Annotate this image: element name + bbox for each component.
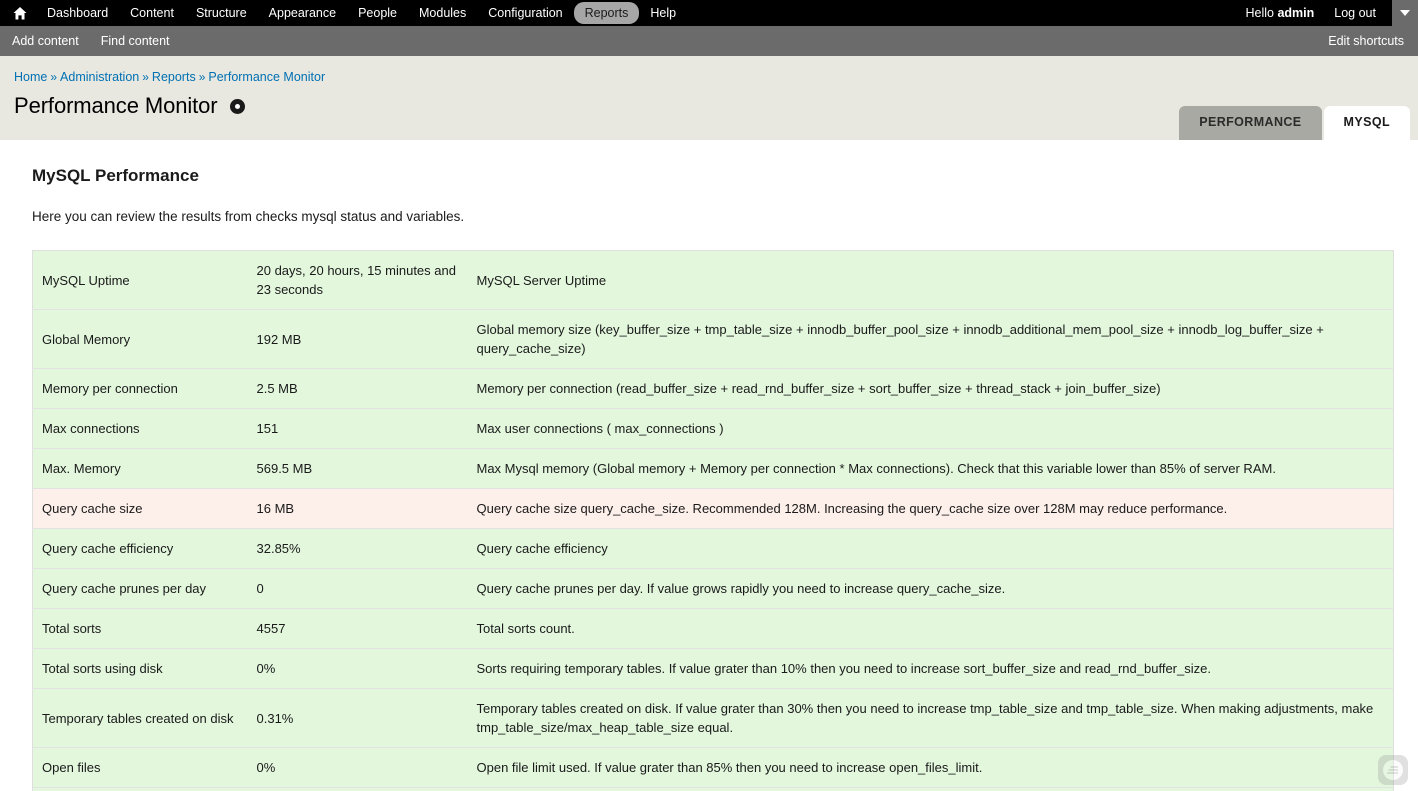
metric-label: Query cache size: [33, 489, 248, 529]
page-title: Performance Monitor: [14, 93, 218, 119]
table-row: Open files0%Open file limit used. If val…: [33, 748, 1394, 788]
breadcrumb-separator: »: [196, 70, 209, 84]
table-row: Query cache prunes per day0Query cache p…: [33, 569, 1394, 609]
metric-label: Query cache prunes per day: [33, 569, 248, 609]
shortcut-find-content[interactable]: Find content: [101, 34, 192, 48]
metric-value: 0: [248, 569, 468, 609]
gear-dot: [235, 104, 240, 109]
metric-value: 0%: [248, 649, 468, 689]
metric-description: InnoDB Buffer pool read cache effiency. …: [468, 788, 1394, 791]
toolbar-menu-item-configuration[interactable]: Configuration: [477, 2, 573, 24]
metric-label: Max. Memory: [33, 449, 248, 489]
greeting-username: admin: [1277, 6, 1314, 20]
breadcrumb-item-reports[interactable]: Reports: [152, 70, 196, 84]
toolbar-user-area: Hello admin Log out: [1236, 0, 1418, 26]
table-row: Memory per connection2.5 MBMemory per co…: [33, 369, 1394, 409]
tab-performance[interactable]: PERFORMANCE: [1179, 106, 1321, 140]
toolbar-menu-item-dashboard[interactable]: Dashboard: [36, 2, 119, 24]
metric-value: 2.5 MB: [248, 369, 468, 409]
metric-description: Global memory size (key_buffer_size + tm…: [468, 310, 1394, 369]
metric-value: 20 days, 20 hours, 15 minutes and 23 sec…: [248, 251, 468, 310]
metric-description: MySQL Server Uptime: [468, 251, 1394, 310]
metric-description: Open file limit used. If value grater th…: [468, 748, 1394, 788]
toolbar-menu-item-reports[interactable]: Reports: [574, 2, 640, 24]
metric-description: Temporary tables created on disk. If val…: [468, 689, 1394, 748]
metric-description: Sorts requiring temporary tables. If val…: [468, 649, 1394, 689]
metric-value: 0.31%: [248, 689, 468, 748]
greeting-text: Hello: [1246, 6, 1278, 20]
table-row: Temporary tables created on disk0.31%Tem…: [33, 689, 1394, 748]
toolbar-menu-item-modules[interactable]: Modules: [408, 2, 477, 24]
metric-value: 0%: [248, 748, 468, 788]
gear-icon[interactable]: [230, 99, 245, 114]
toolbar-menu-item-people[interactable]: People: [347, 2, 408, 24]
logout-link[interactable]: Log out: [1324, 6, 1386, 20]
main-content: MySQL Performance Here you can review th…: [0, 140, 1418, 791]
primary-tabs: PERFORMANCEMYSQL: [1179, 106, 1410, 140]
edit-shortcuts-link[interactable]: Edit shortcuts: [1328, 34, 1404, 48]
breadcrumb-separator: »: [139, 70, 152, 84]
metric-value: 151: [248, 409, 468, 449]
breadcrumb: Home»Administration»Reports»Performance …: [0, 70, 1418, 84]
metric-description: Max Mysql memory (Global memory + Memory…: [468, 449, 1394, 489]
metric-value: 16 MB: [248, 489, 468, 529]
greeting: Hello admin: [1236, 6, 1325, 20]
metric-value: 569.5 MB: [248, 449, 468, 489]
admin-toolbar: DashboardContentStructureAppearancePeopl…: [0, 0, 1418, 26]
page-header: Home»Administration»Reports»Performance …: [0, 56, 1418, 140]
toolbar-menu-item-appearance[interactable]: Appearance: [258, 2, 347, 24]
table-row: Total sorts using disk0%Sorts requiring …: [33, 649, 1394, 689]
metric-description: Total sorts count.: [468, 609, 1394, 649]
metric-description: Max user connections ( max_connections ): [468, 409, 1394, 449]
section-description: Here you can review the results from che…: [32, 208, 1394, 226]
table-row: Max. Memory569.5 MBMax Mysql memory (Glo…: [33, 449, 1394, 489]
metric-label: Total sorts using disk: [33, 649, 248, 689]
metric-label: Temporary tables created on disk: [33, 689, 248, 748]
table-row: Total sorts4557Total sorts count.: [33, 609, 1394, 649]
metric-label: Open files: [33, 748, 248, 788]
section-title: MySQL Performance: [32, 166, 1394, 186]
table-row: Max connections151Max user connections (…: [33, 409, 1394, 449]
shortcut-bar: Add contentFind content Edit shortcuts: [0, 26, 1418, 56]
metric-label: MySQL Uptime: [33, 251, 248, 310]
metric-label: Query cache efficiency: [33, 529, 248, 569]
breadcrumb-item-administration[interactable]: Administration: [60, 70, 139, 84]
breadcrumb-separator: »: [47, 70, 60, 84]
metric-label: Global Memory: [33, 310, 248, 369]
metric-label: Innodb buffer pool efficiency: [33, 788, 248, 791]
metric-label: Memory per connection: [33, 369, 248, 409]
metric-value: 192 MB: [248, 310, 468, 369]
breadcrumb-item-performance-monitor[interactable]: Performance Monitor: [208, 70, 325, 84]
table-row: Innodb buffer pool efficiency99.99%InnoD…: [33, 788, 1394, 791]
toolbar-menu-item-structure[interactable]: Structure: [185, 2, 258, 24]
table-row: Query cache efficiency32.85%Query cache …: [33, 529, 1394, 569]
toolbar-menu-item-content[interactable]: Content: [119, 2, 185, 24]
metric-description: Query cache prunes per day. If value gro…: [468, 569, 1394, 609]
table-row: MySQL Uptime20 days, 20 hours, 15 minute…: [33, 251, 1394, 310]
table-row: Global Memory192 MBGlobal memory size (k…: [33, 310, 1394, 369]
mysql-performance-table: MySQL Uptime20 days, 20 hours, 15 minute…: [32, 250, 1394, 791]
metric-description: Query cache efficiency: [468, 529, 1394, 569]
shortcut-add-content[interactable]: Add content: [12, 34, 101, 48]
metric-value: 32.85%: [248, 529, 468, 569]
metric-label: Max connections: [33, 409, 248, 449]
metric-value: 4557: [248, 609, 468, 649]
toolbar-menu: DashboardContentStructureAppearancePeopl…: [36, 2, 687, 24]
tab-mysql[interactable]: MYSQL: [1324, 106, 1410, 140]
home-icon[interactable]: [10, 0, 30, 26]
table-row: Query cache size16 MBQuery cache size qu…: [33, 489, 1394, 529]
toolbar-menu-item-help[interactable]: Help: [639, 2, 687, 24]
metric-description: Query cache size query_cache_size. Recom…: [468, 489, 1394, 529]
metric-description: Memory per connection (read_buffer_size …: [468, 369, 1394, 409]
chevron-down-icon[interactable]: [1392, 0, 1418, 26]
caret-shape: [1400, 10, 1410, 16]
metric-label: Total sorts: [33, 609, 248, 649]
breadcrumb-item-home[interactable]: Home: [14, 70, 47, 84]
metric-value: 99.99%: [248, 788, 468, 791]
